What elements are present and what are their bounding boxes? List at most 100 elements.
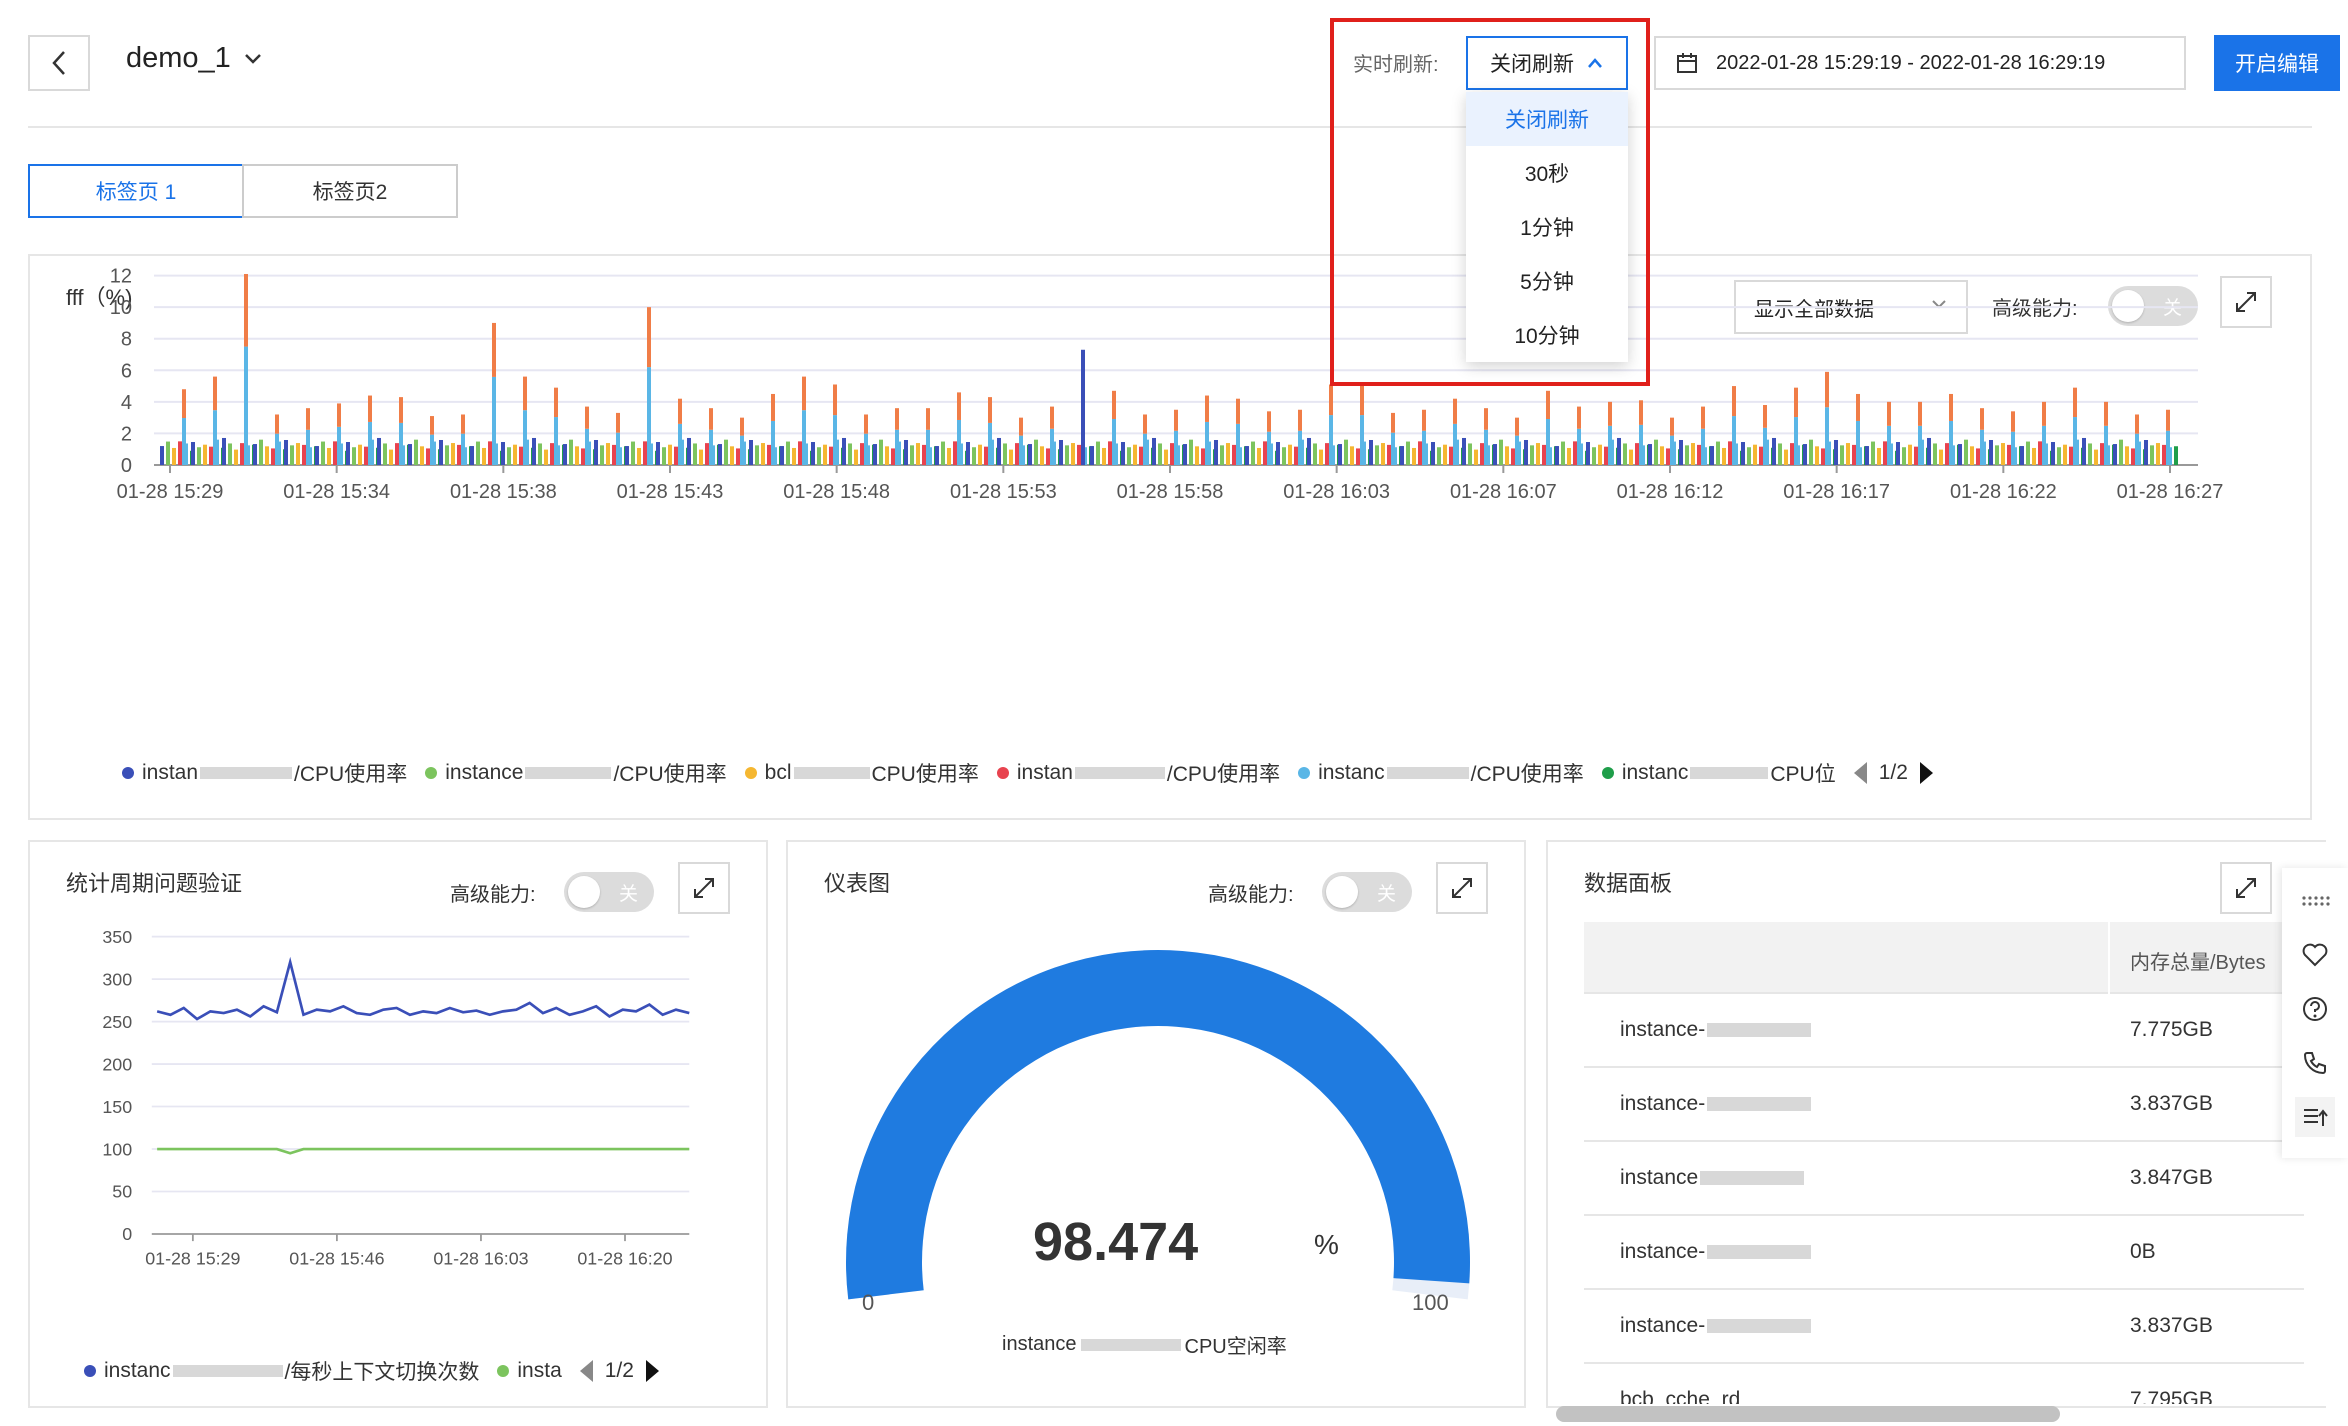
bar-segment <box>879 439 883 465</box>
enable-edit-button[interactable]: 开启编辑 <box>2214 35 2340 91</box>
bar-segment <box>507 447 511 465</box>
bar-segment <box>1710 446 1714 465</box>
drag-handle-icon[interactable] <box>2295 881 2335 921</box>
refresh-option-5m[interactable]: 5分钟 <box>1466 254 1628 308</box>
bar-segment <box>1896 442 1900 465</box>
bar-segment <box>2156 443 2160 465</box>
bar-segment <box>2119 439 2123 465</box>
bar-segment <box>209 446 213 465</box>
refresh-option-1m[interactable]: 1分钟 <box>1466 200 1628 254</box>
y-tick-label: 8 <box>121 329 132 351</box>
bar-segment <box>1422 430 1426 465</box>
bar-segment <box>1608 425 1612 465</box>
bar-peak <box>1670 417 1674 436</box>
prev-page-icon[interactable] <box>1853 762 1867 784</box>
bar-segment <box>1604 446 1608 465</box>
help-icon[interactable] <box>2295 989 2335 1029</box>
feedback-icon[interactable] <box>2295 935 2335 975</box>
bar-segment <box>1437 447 1441 465</box>
table-row[interactable]: instance- 7.775GB <box>1584 994 2304 1068</box>
y-tick-label: 100 <box>102 1139 132 1159</box>
bar-segment <box>1555 446 1559 465</box>
back-to-top-icon[interactable] <box>2295 1097 2335 1137</box>
x-tick-label: 01-28 15:38 <box>450 481 557 503</box>
back-button[interactable] <box>28 35 90 91</box>
bar-segment <box>544 449 548 465</box>
next-page-icon[interactable] <box>1919 762 1933 784</box>
bar-peak <box>771 393 775 421</box>
bar-peak <box>647 307 651 368</box>
legend-item[interactable]: instanc/每秒上下文切换次数 <box>84 1356 479 1386</box>
next-page-icon[interactable] <box>645 1360 659 1382</box>
bar-segment <box>333 441 337 465</box>
bar-segment <box>1431 442 1435 465</box>
bar-peak <box>833 384 837 416</box>
date-range-picker[interactable]: 2022-01-28 15:29:19 - 2022-01-28 16:29:1… <box>1654 36 2186 90</box>
bar-segment <box>802 410 806 465</box>
table-row[interactable]: bcb_cche_rd 7.795GB <box>1584 1364 2304 1404</box>
bar-segment <box>916 443 920 465</box>
cell-memory: 7.795GB <box>2130 1388 2213 1404</box>
dashboard-selector[interactable]: demo_1 <box>126 42 263 75</box>
legend-prefix: bcl <box>764 761 792 784</box>
bar-segment <box>842 437 846 465</box>
refresh-select[interactable]: 关闭刷新 <box>1466 36 1628 90</box>
line-chart-legend: instanc/每秒上下文切换次数 insta 1/2 <box>84 1356 659 1386</box>
bar-segment <box>1629 449 1633 465</box>
tab-page-1[interactable]: 标签页 1 <box>28 164 244 218</box>
bar-segment <box>1050 428 1054 465</box>
table-row[interactable]: instance- 3.837GB <box>1584 1068 2304 1142</box>
bar-segment <box>172 447 176 465</box>
bar-peak <box>492 322 496 377</box>
bar-segment <box>290 445 294 465</box>
bar-peak <box>1515 417 1519 436</box>
bar-segment <box>377 437 381 465</box>
bar-segment <box>2007 444 2011 465</box>
bar-segment <box>1019 435 1023 465</box>
bar-segment <box>1220 445 1224 465</box>
refresh-option-10m[interactable]: 10分钟 <box>1466 308 1628 362</box>
table-row[interactable]: instance 3.847GB <box>1584 1142 2304 1216</box>
legend-dot <box>497 1365 510 1377</box>
bar-segment <box>1263 441 1267 465</box>
legend-item[interactable]: instan/CPU使用率 <box>122 758 407 788</box>
tab-page-2[interactable]: 标签页2 <box>242 164 458 218</box>
x-tick-label: 01-28 16:17 <box>1783 481 1890 503</box>
cell-instance: instance <box>1620 1166 1699 1189</box>
expand-button[interactable] <box>2220 862 2272 914</box>
prev-page-icon[interactable] <box>579 1360 593 1382</box>
legend-item[interactable]: bcl CPU使用率 <box>744 758 979 788</box>
bar-peak <box>244 273 248 347</box>
y-tick-label: 0 <box>122 1224 132 1244</box>
horizontal-scrollbar[interactable] <box>1556 1406 2060 1422</box>
bar-peak <box>1298 409 1302 431</box>
bar-segment <box>191 442 195 465</box>
legend-item[interactable]: instan/CPU使用率 <box>996 758 1280 788</box>
table-row[interactable]: instance- 3.837GB <box>1584 1290 2304 1364</box>
bar-peak <box>1422 409 1426 431</box>
bar-segment <box>1821 448 1825 465</box>
legend-dot <box>1298 767 1311 779</box>
legend-item[interactable]: insta <box>497 1359 562 1383</box>
refresh-option-30s[interactable]: 30秒 <box>1466 146 1628 200</box>
bar-segment <box>922 444 926 465</box>
cell-instance: instance- <box>1620 1018 1706 1041</box>
refresh-option-off[interactable]: 关闭刷新 <box>1466 92 1628 146</box>
bar-segment <box>1980 429 1984 465</box>
legend-dot <box>744 767 757 779</box>
y-tick-label: 6 <box>121 360 132 382</box>
bar-segment <box>554 417 558 465</box>
legend-item[interactable]: instance/CPU使用率 <box>425 758 727 788</box>
bar-segment <box>935 446 939 465</box>
phone-icon[interactable] <box>2295 1043 2335 1083</box>
bar-segment <box>178 441 182 465</box>
table-row[interactable]: instance- 0B <box>1584 1216 2304 1290</box>
main-chart-legend: instan/CPU使用率 instance/CPU使用率 bcl CPU使用率 … <box>122 758 1933 788</box>
legend-item[interactable]: instanc/CPU使用率 <box>1298 758 1584 788</box>
legend-item[interactable]: instanc CPU位 <box>1601 758 1836 788</box>
bar-peak <box>1608 401 1612 426</box>
bar-segment <box>519 446 523 465</box>
x-tick-label: 01-28 15:29 <box>145 1248 240 1268</box>
cell-instance: instance- <box>1620 1240 1706 1263</box>
bar-segment <box>740 435 744 465</box>
